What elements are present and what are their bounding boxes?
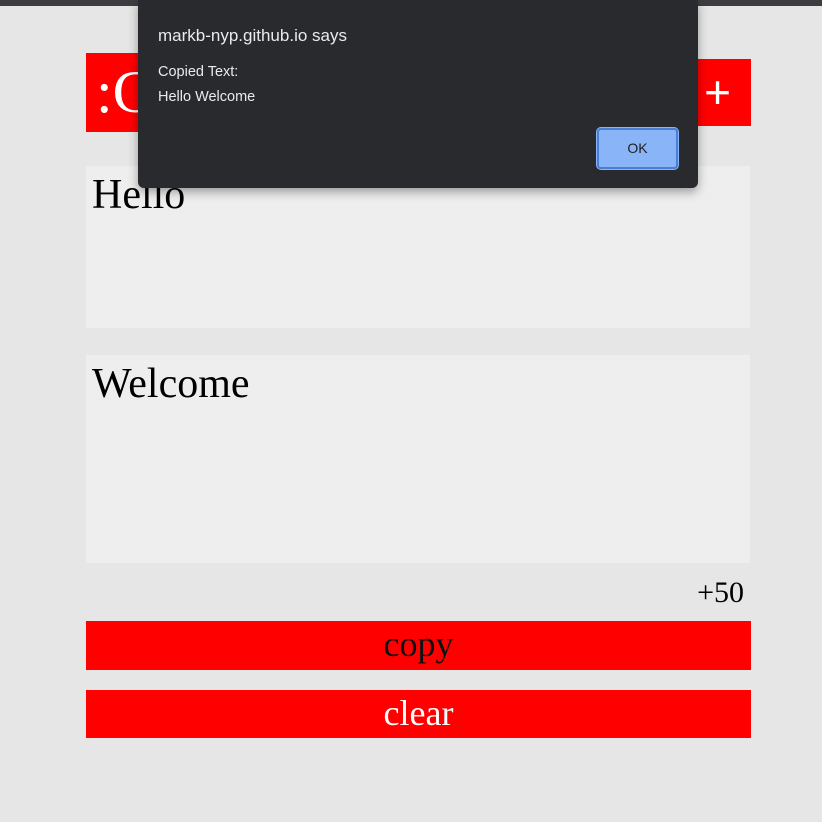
dialog-message-text: Hello Welcome [158,89,256,105]
app-title: :C [86,53,146,132]
clear-button[interactable]: clear [86,690,751,738]
text-field-1[interactable]: Hello [86,166,750,328]
alert-dialog: markb-nyp.github.io says Copied Text: He… [138,0,698,188]
copy-button[interactable]: copy [86,621,751,670]
dialog-title: markb-nyp.github.io says [158,26,347,45]
character-counter: +50 [697,576,744,609]
dialog-message-label: Copied Text: [158,64,239,80]
text-field-2[interactable]: Welcome [86,355,750,563]
dialog-ok-button[interactable]: OK [596,127,679,170]
